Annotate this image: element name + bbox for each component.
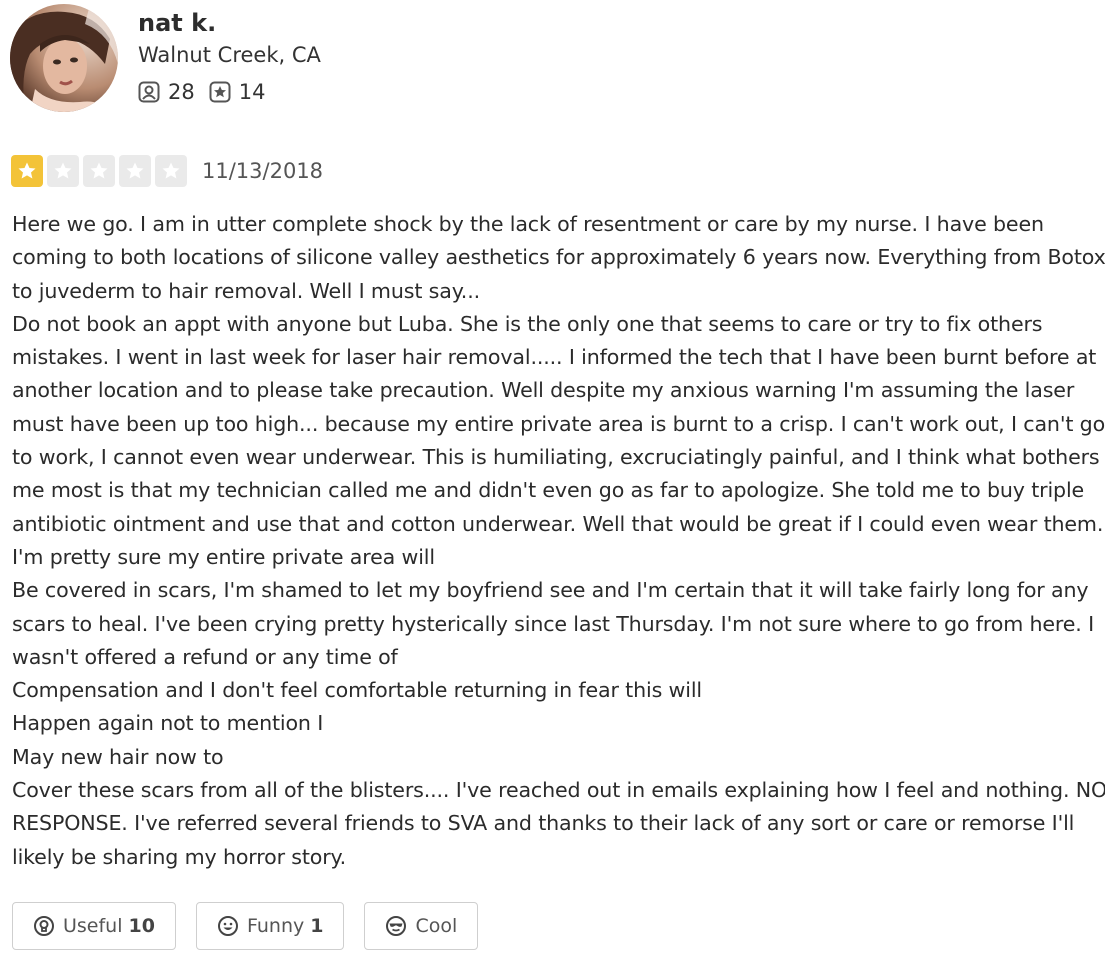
review-count-value: 14	[238, 80, 266, 104]
review-date: 11/13/2018	[202, 159, 324, 183]
user-stats: 28 14	[138, 80, 321, 104]
funny-label: Funny	[246, 915, 305, 937]
useful-label: Useful	[63, 915, 123, 937]
user-info: nat k. Walnut Creek, CA 28 14	[138, 4, 321, 104]
user-name-link[interactable]: nat k.	[138, 8, 321, 38]
user-location: Walnut Creek, CA	[138, 43, 321, 67]
star-icon-empty	[155, 155, 187, 187]
cool-label: Cool	[415, 915, 458, 937]
rating-row: 11/13/2018	[11, 155, 323, 187]
review-count: 14	[209, 80, 266, 104]
review-text: Here we go. I am in utter complete shock…	[12, 212, 1105, 869]
review-card: nat k. Walnut Creek, CA 28 14 11/13/2018…	[0, 0, 1105, 970]
star-icon-empty	[119, 155, 151, 187]
user-avatar-image	[10, 4, 118, 112]
lightbulb-icon	[34, 916, 54, 936]
friend-count: 28	[138, 80, 195, 104]
useful-count: 10	[128, 915, 155, 937]
cool-button[interactable]: Cool	[364, 902, 479, 950]
friend-count-value: 28	[168, 80, 195, 104]
review-star-icon	[209, 81, 231, 103]
useful-button[interactable]: Useful 10	[12, 902, 176, 950]
review-reactions: Useful 10 Funny 1 Cool	[12, 902, 498, 950]
funny-button[interactable]: Funny 1	[195, 902, 345, 950]
friends-icon	[138, 81, 160, 103]
user-avatar[interactable]	[10, 4, 118, 112]
sunglasses-icon	[386, 916, 407, 936]
star-rating	[11, 155, 191, 187]
user-passport: nat k. Walnut Creek, CA 28 14	[10, 4, 321, 112]
star-icon-filled	[11, 155, 43, 187]
funny-count: 1	[310, 915, 324, 937]
star-icon-empty	[83, 155, 115, 187]
smiley-icon	[217, 916, 238, 936]
star-icon-empty	[47, 155, 79, 187]
